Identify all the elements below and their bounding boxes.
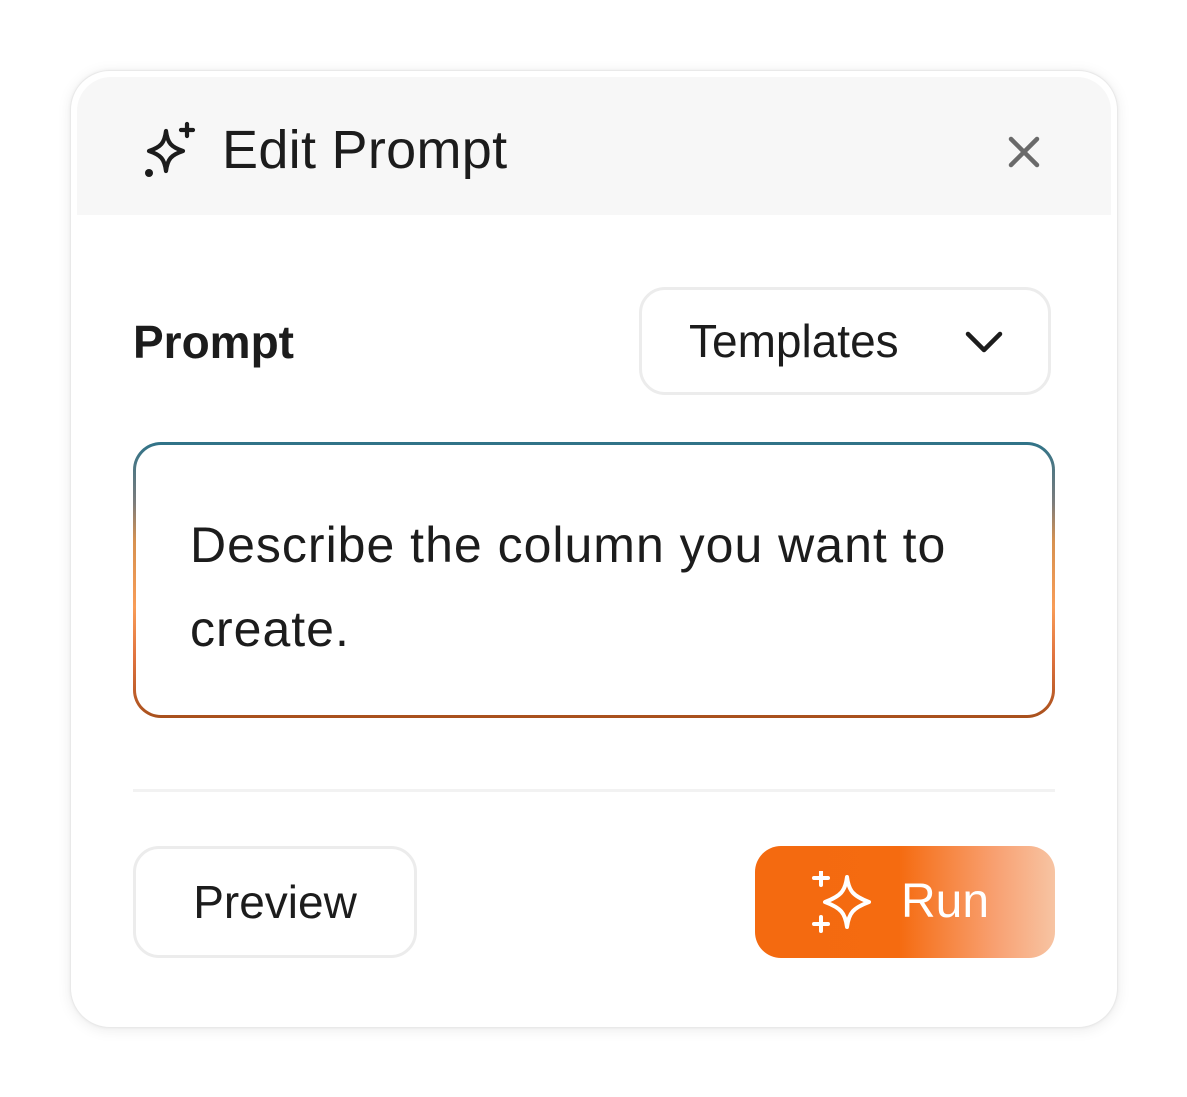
prompt-input[interactable]: Describe the column you want to create.: [136, 445, 1052, 715]
edit-prompt-dialog: Edit Prompt Prompt Templates Describe th…: [70, 70, 1118, 1028]
templates-dropdown[interactable]: Templates: [639, 287, 1051, 395]
close-icon: [1008, 136, 1040, 168]
run-label: Run: [901, 875, 990, 928]
prompt-input-frame: Describe the column you want to create.: [133, 442, 1055, 718]
dialog-header: Edit Prompt: [77, 77, 1111, 215]
sparkles-icon: [812, 871, 871, 933]
close-button[interactable]: [997, 125, 1051, 179]
divider: [133, 789, 1055, 792]
dialog-title: Edit Prompt: [222, 120, 508, 180]
sparkles-icon: [145, 121, 196, 177]
run-button[interactable]: Run: [755, 846, 1055, 958]
preview-label: Preview: [193, 876, 357, 928]
preview-button[interactable]: Preview: [133, 846, 417, 958]
prompt-label: Prompt: [133, 316, 294, 368]
chevron-down-icon: [965, 331, 1003, 353]
templates-label: Templates: [689, 315, 899, 367]
